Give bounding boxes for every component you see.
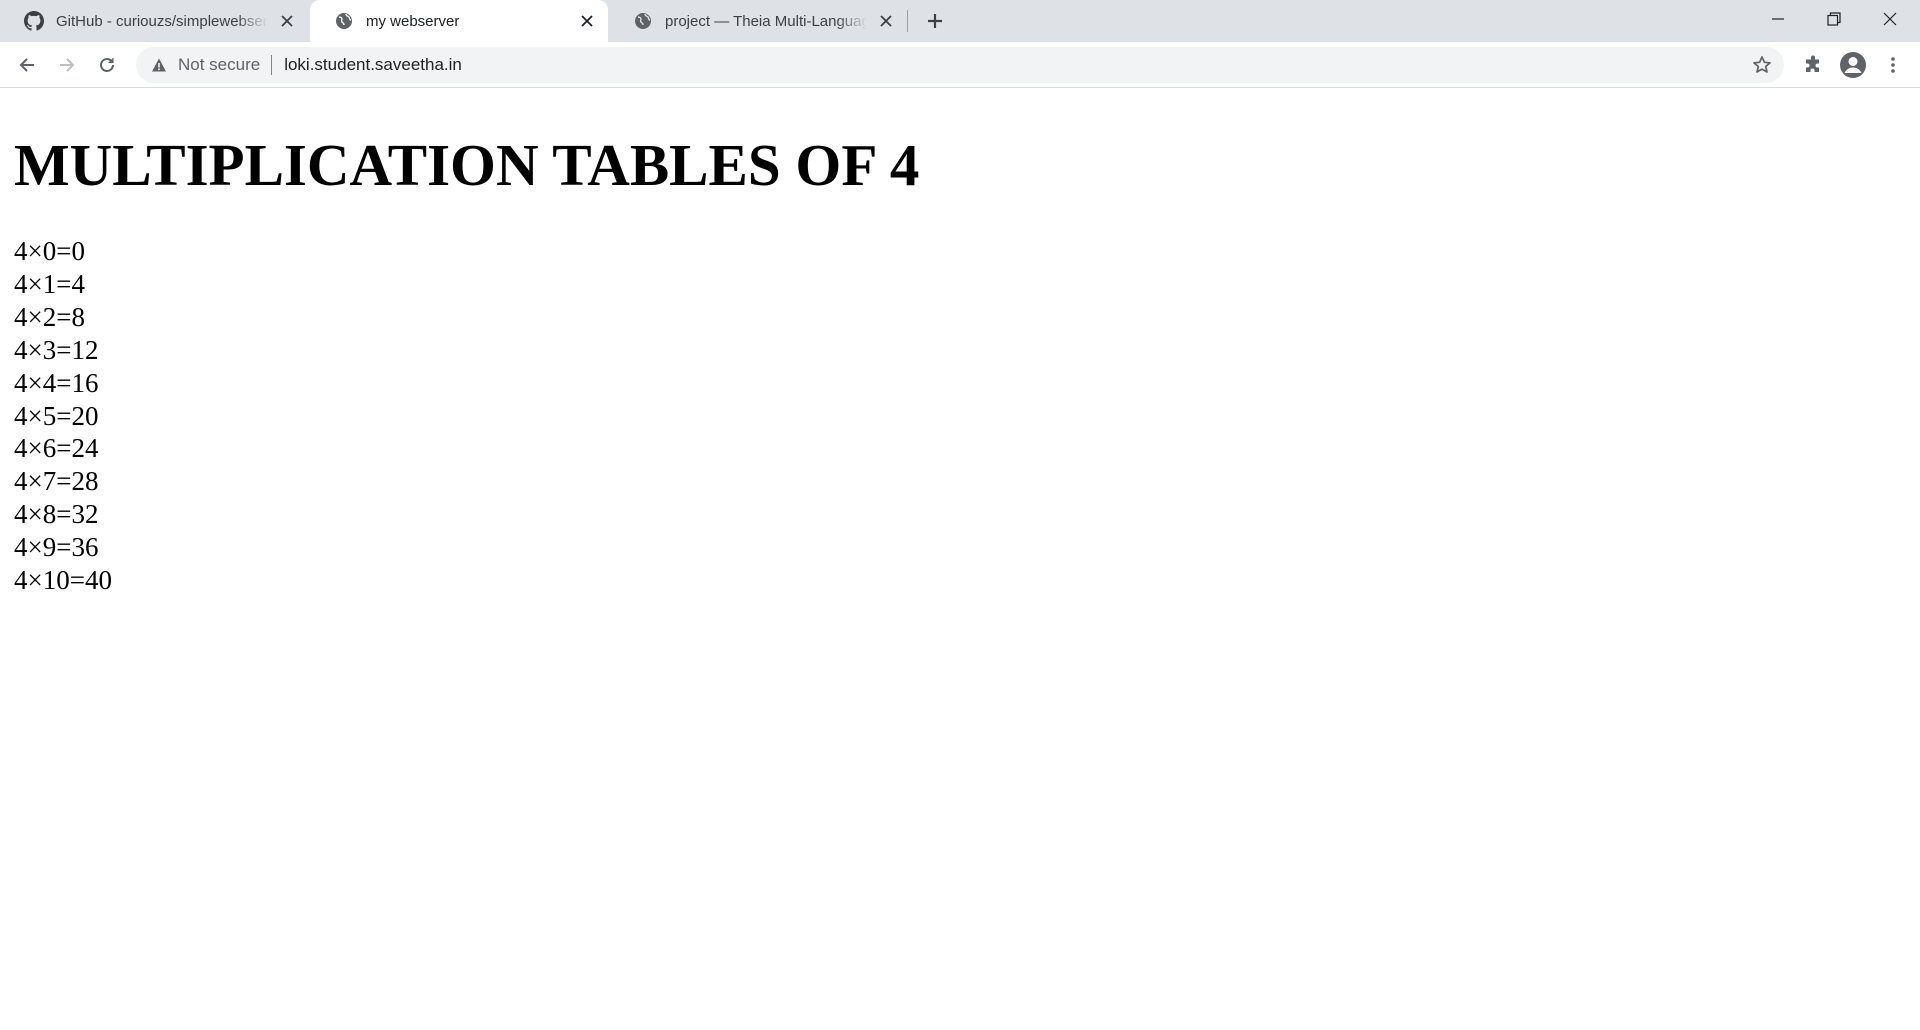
- tab-title: project — Theia Multi-Language Workspace: [665, 12, 867, 30]
- tab-strip: GitHub - curiouzs/simplewebserver my web…: [0, 0, 1920, 42]
- warning-icon[interactable]: [150, 56, 168, 74]
- tab-project-theia[interactable]: project — Theia Multi-Language Workspace: [609, 0, 907, 42]
- table-line: 4×4=16: [14, 367, 99, 398]
- page-content: MULTIPLICATION TABLES OF 4 4×0=0 4×1=4 4…: [0, 89, 1920, 1030]
- table-line: 4×9=36: [14, 532, 99, 563]
- security-status[interactable]: Not secure: [178, 55, 260, 75]
- extensions-icon[interactable]: [1797, 49, 1829, 81]
- back-icon[interactable]: [11, 49, 43, 81]
- menu-kebab-icon[interactable]: [1877, 49, 1909, 81]
- table-line: 4×6=24: [14, 433, 99, 464]
- close-window-icon[interactable]: [1862, 0, 1918, 38]
- close-tab-icon[interactable]: [576, 10, 598, 32]
- github-icon: [24, 11, 44, 31]
- close-tab-icon[interactable]: [276, 10, 298, 32]
- minimize-icon[interactable]: [1750, 0, 1806, 38]
- close-tab-icon[interactable]: [875, 10, 897, 32]
- globe-icon: [633, 11, 653, 31]
- bookmark-star-icon[interactable]: [1750, 53, 1774, 77]
- address-divider: [271, 55, 273, 75]
- table-line: 4×0=0: [14, 236, 85, 266]
- page-heading: MULTIPLICATION TABLES OF 4: [14, 132, 920, 198]
- multiplication-list: 4×0=0 4×1=4 4×2=8 4×3=12 4×4=16 4×5=20 4…: [14, 235, 112, 597]
- browser-toolbar: Not secure loki.student.saveetha.in: [0, 42, 1920, 88]
- reload-icon[interactable]: [91, 49, 123, 81]
- table-line: 4×10=40: [14, 565, 112, 596]
- url-text[interactable]: loki.student.saveetha.in: [284, 55, 462, 75]
- table-line: 4×7=28: [14, 466, 99, 497]
- table-line: 4×5=20: [14, 400, 99, 431]
- tab-title: my webserver: [366, 12, 460, 30]
- address-bar[interactable]: Not secure loki.student.saveetha.in: [136, 47, 1784, 83]
- tab-github[interactable]: GitHub - curiouzs/simplewebserver: [0, 0, 308, 42]
- new-tab-icon[interactable]: [920, 6, 950, 36]
- table-line: 4×8=32: [14, 499, 99, 530]
- table-line: 4×3=12: [14, 334, 99, 365]
- forward-icon[interactable]: [51, 49, 83, 81]
- table-line: 4×1=4: [14, 268, 85, 299]
- tab-title: GitHub - curiouzs/simplewebserver: [56, 12, 268, 30]
- table-line: 4×2=8: [14, 301, 85, 332]
- profile-avatar-icon[interactable]: [1837, 49, 1869, 81]
- restore-icon[interactable]: [1806, 0, 1862, 38]
- globe-icon: [334, 11, 354, 31]
- tab-separator: [907, 10, 908, 32]
- tab-my-webserver[interactable]: my webserver: [310, 0, 608, 42]
